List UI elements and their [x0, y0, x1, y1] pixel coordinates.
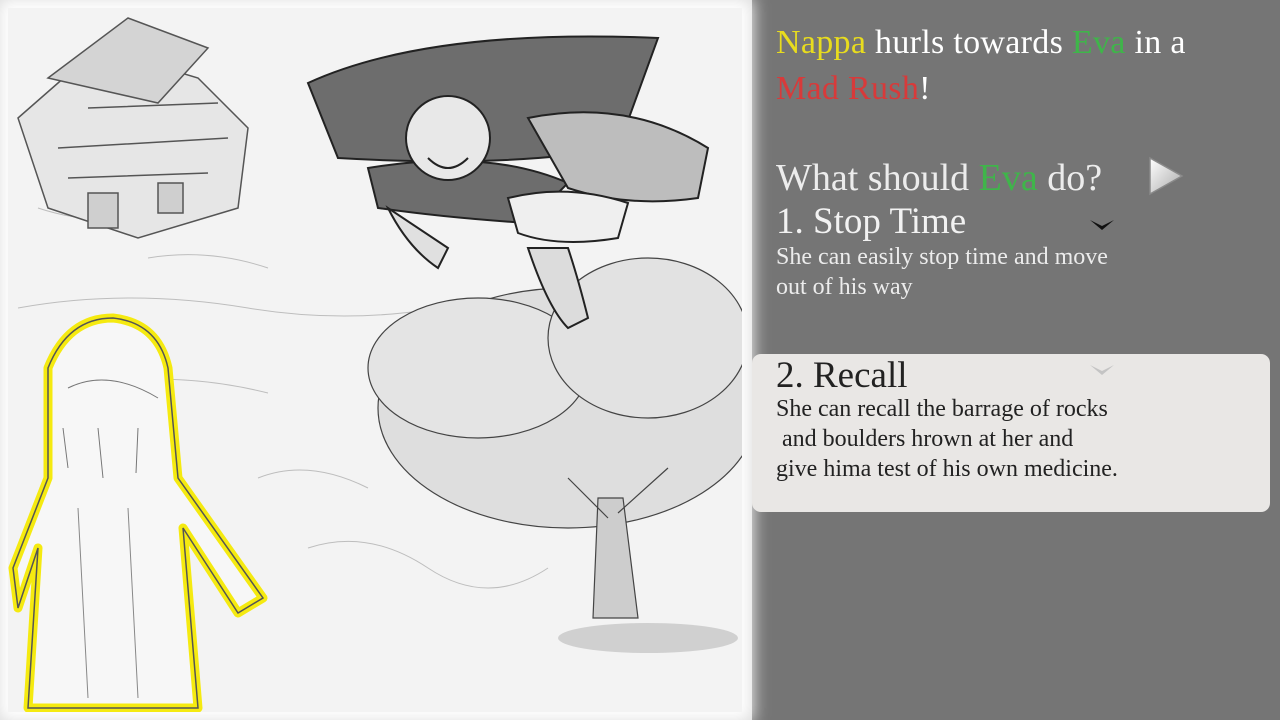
- prompt-part-2: do?: [1037, 157, 1103, 199]
- narration-part-3: !: [919, 70, 931, 107]
- target-name: Eva: [1071, 24, 1126, 61]
- choice-option-recall[interactable]: 2. Recall She can recall the barrage of …: [752, 354, 1270, 512]
- play-triangle-icon[interactable]: [1146, 155, 1186, 197]
- tree-sketch: [367, 257, 742, 653]
- attacker-name: Nappa: [776, 24, 867, 61]
- choice-option-stop-time[interactable]: 1. Stop Time She can easily stop time an…: [752, 196, 1270, 316]
- choice-title: 2. Recall: [776, 355, 908, 396]
- prompt-character-name: Eva: [978, 157, 1038, 199]
- narration-part-2: in a: [1125, 24, 1186, 61]
- sketch-scene: [8, 17, 742, 712]
- eva-sketch: [8, 313, 268, 712]
- chevron-down-icon[interactable]: [1088, 218, 1116, 234]
- attack-move-name: Mad Rush: [776, 70, 920, 107]
- choice-title: 1. Stop Time: [776, 201, 967, 242]
- narration-part-1: hurls towards: [866, 24, 1072, 61]
- building-sketch: [17, 17, 249, 239]
- sketch-panel: [8, 8, 742, 712]
- scene-illustration: [0, 0, 752, 720]
- narration-text: Nappa hurls towards Eva in a Mad Rush!: [776, 20, 1246, 112]
- choice-prompt: What should Eva do?: [776, 156, 1102, 200]
- choice-description: She can easily stop time and move out of…: [776, 244, 1108, 300]
- choice-description: She can recall the barrage of rocks and …: [776, 396, 1118, 482]
- prompt-part-1: What should: [776, 157, 979, 199]
- chevron-down-icon[interactable]: [1088, 363, 1116, 379]
